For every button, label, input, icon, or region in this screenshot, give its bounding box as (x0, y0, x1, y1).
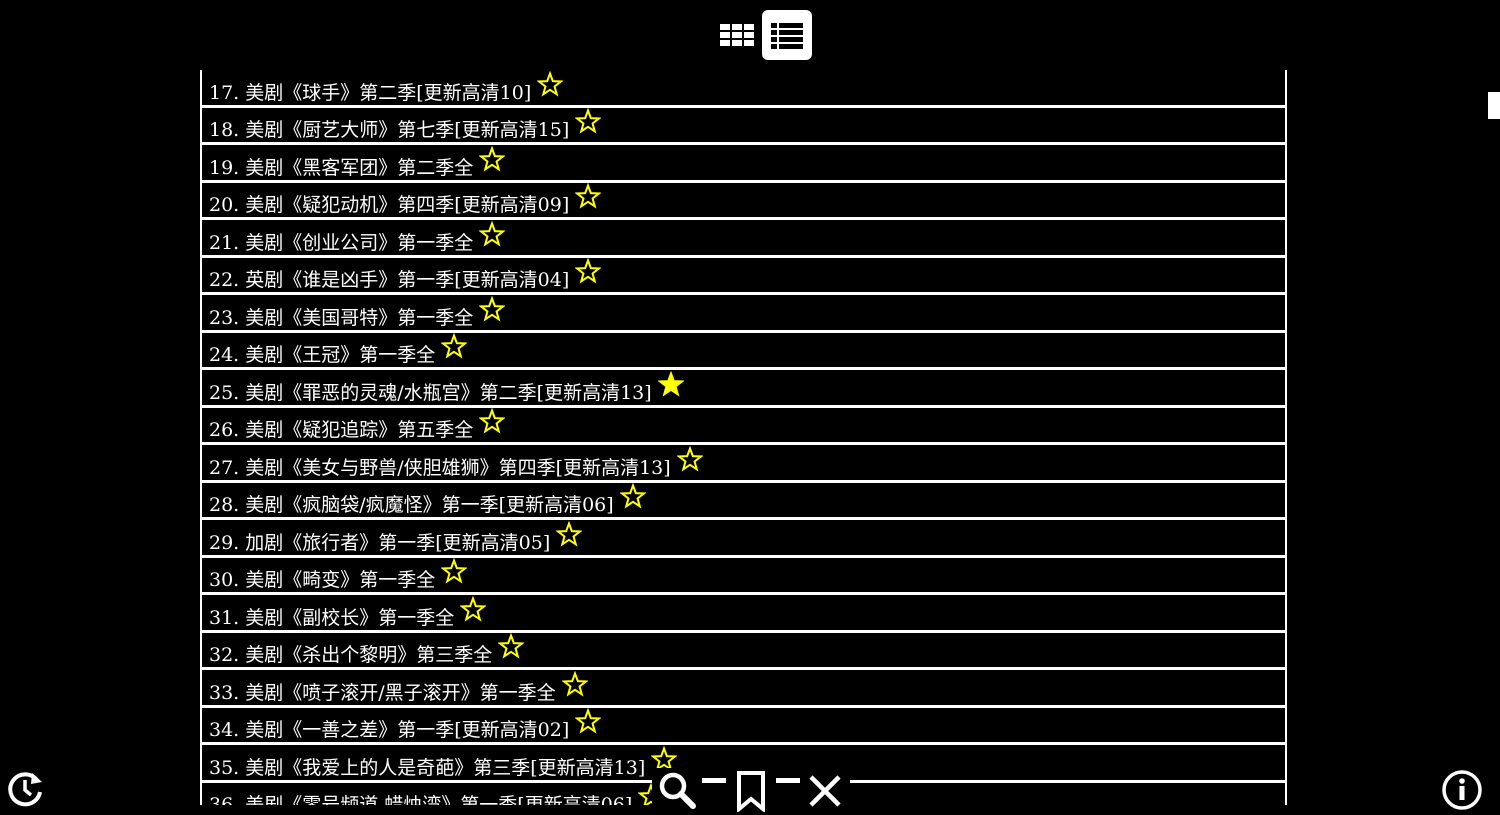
list-item-title[interactable]: 28. 美剧《疯脑袋/疯魔怪》第一季[更新高清06] (209, 494, 614, 517)
app-root: 17. 美剧《球手》第二季[更新高清10] 18. 美剧《厨艺大师》第七季[更新高… (0, 0, 1500, 815)
list-item[interactable]: 20. 美剧《疑犯动机》第四季[更新高清09] (202, 183, 1285, 220)
list-item-title[interactable]: 23. 美剧《美国哥特》第一季全 (209, 307, 473, 330)
list-item[interactable]: 33. 美剧《喷子滚开/黑子滚开》第一季全 (202, 670, 1285, 708)
grid-icon (720, 24, 754, 46)
list-item[interactable]: 32. 美剧《杀出个黎明》第三季全 (202, 633, 1285, 670)
list-item[interactable]: 25. 美剧《罪恶的灵魂/水瓶宫》第二季[更新高清13] (202, 370, 1285, 408)
list-item[interactable]: 30. 美剧《畸变》第一季全 (202, 558, 1285, 595)
list-item[interactable]: 19. 美剧《黑客军团》第二季全 (202, 145, 1285, 183)
star-outline-icon[interactable] (575, 183, 602, 209)
history-icon (8, 772, 42, 807)
list-item-title[interactable]: 27. 美剧《美女与野兽/侠胆雄狮》第四季[更新高清13] (209, 457, 671, 480)
episode-list[interactable]: 17. 美剧《球手》第二季[更新高清10] 18. 美剧《厨艺大师》第七季[更新高… (200, 70, 1287, 805)
list-item-title[interactable]: 26. 美剧《疑犯追踪》第五季全 (209, 419, 473, 442)
list-item-title[interactable]: 20. 美剧《疑犯动机》第四季[更新高清09] (209, 194, 569, 217)
list-item-title[interactable]: 34. 美剧《一善之差》第一季[更新高清02] (209, 719, 569, 742)
list-item-title[interactable]: 19. 美剧《黑客军团》第二季全 (209, 157, 473, 180)
list-item-title[interactable]: 17. 美剧《球手》第二季[更新高清10] (209, 82, 531, 105)
close-button[interactable] (800, 768, 850, 814)
list-item[interactable]: 27. 美剧《美女与野兽/侠胆雄狮》第四季[更新高清13] (202, 445, 1285, 483)
list-item-title[interactable]: 24. 美剧《王冠》第一季全 (209, 344, 435, 367)
star-outline-icon[interactable] (537, 70, 564, 97)
star-filled-icon[interactable] (657, 370, 684, 397)
scrollbar-thumb[interactable] (1488, 92, 1500, 119)
list-item[interactable]: 29. 加剧《旅行者》第一季[更新高清05] (202, 520, 1285, 558)
bookmark-button[interactable] (726, 768, 776, 814)
star-outline-icon[interactable] (575, 108, 602, 134)
list-item[interactable]: 21. 美剧《创业公司》第一季全 (202, 220, 1285, 258)
bottom-toolbar (652, 760, 850, 815)
star-outline-icon[interactable] (441, 333, 468, 359)
search-button[interactable] (652, 768, 702, 814)
star-outline-icon[interactable] (479, 295, 506, 322)
list-view-button[interactable] (762, 10, 812, 60)
info-button[interactable] (1440, 768, 1484, 812)
close-icon (809, 775, 841, 807)
star-outline-icon[interactable] (441, 558, 468, 584)
list-item[interactable]: 28. 美剧《疯脑袋/疯魔怪》第一季[更新高清06] (202, 483, 1285, 520)
info-icon (1442, 770, 1482, 810)
star-outline-icon[interactable] (479, 220, 506, 247)
star-outline-icon[interactable] (575, 708, 602, 734)
list-item-title[interactable]: 29. 加剧《旅行者》第一季[更新高清05] (209, 532, 550, 555)
star-outline-icon[interactable] (498, 633, 525, 659)
list-item[interactable]: 24. 美剧《王冠》第一季全 (202, 333, 1285, 370)
history-button[interactable] (4, 768, 46, 810)
list-item[interactable]: 23. 美剧《美国哥特》第一季全 (202, 295, 1285, 333)
grid-view-button[interactable] (712, 10, 762, 60)
star-outline-icon[interactable] (561, 670, 588, 697)
star-outline-icon[interactable] (556, 520, 583, 547)
list-item[interactable]: 17. 美剧《球手》第二季[更新高清10] (202, 70, 1285, 108)
list-item[interactable]: 31. 美剧《副校长》第一季全 (202, 595, 1285, 633)
star-outline-icon[interactable] (619, 483, 646, 509)
list-item[interactable]: 18. 美剧《厨艺大师》第七季[更新高清15] (202, 108, 1285, 145)
list-item[interactable]: 26. 美剧《疑犯追踪》第五季全 (202, 408, 1285, 445)
star-outline-icon[interactable] (676, 445, 703, 472)
list-item[interactable]: 34. 美剧《一善之差》第一季[更新高清02] (202, 708, 1285, 745)
list-item-title[interactable]: 25. 美剧《罪恶的灵魂/水瓶宫》第二季[更新高清13] (209, 382, 652, 405)
bookmark-icon (737, 771, 765, 812)
list-item-title[interactable]: 35. 美剧《我爱上的人是奇葩》第三季[更新高清13] (209, 757, 645, 780)
star-outline-icon[interactable] (479, 145, 506, 172)
star-outline-icon[interactable] (479, 408, 506, 434)
list-item-title[interactable]: 22. 英剧《谁是凶手》第一季[更新高清04] (209, 269, 569, 292)
list-item-title[interactable]: 32. 美剧《杀出个黎明》第三季全 (209, 644, 492, 667)
list-icon (771, 23, 803, 49)
list-item[interactable]: 22. 英剧《谁是凶手》第一季[更新高清04] (202, 258, 1285, 295)
list-item-title[interactable]: 33. 美剧《喷子滚开/黑子滚开》第一季全 (209, 682, 556, 705)
search-icon (659, 772, 696, 809)
star-outline-icon[interactable] (575, 258, 602, 284)
list-item-title[interactable]: 31. 美剧《副校长》第一季全 (209, 607, 454, 630)
list-item-title[interactable]: 18. 美剧《厨艺大师》第七季[更新高清15] (209, 119, 569, 142)
star-outline-icon[interactable] (460, 595, 487, 622)
list-item-title[interactable]: 30. 美剧《畸变》第一季全 (209, 569, 435, 592)
view-toggle (712, 10, 812, 60)
list-item-title[interactable]: 36. 美剧《零号频道 蜡烛湾》第一季[更新高清06] (209, 794, 632, 805)
list-item-title[interactable]: 21. 美剧《创业公司》第一季全 (209, 232, 473, 255)
